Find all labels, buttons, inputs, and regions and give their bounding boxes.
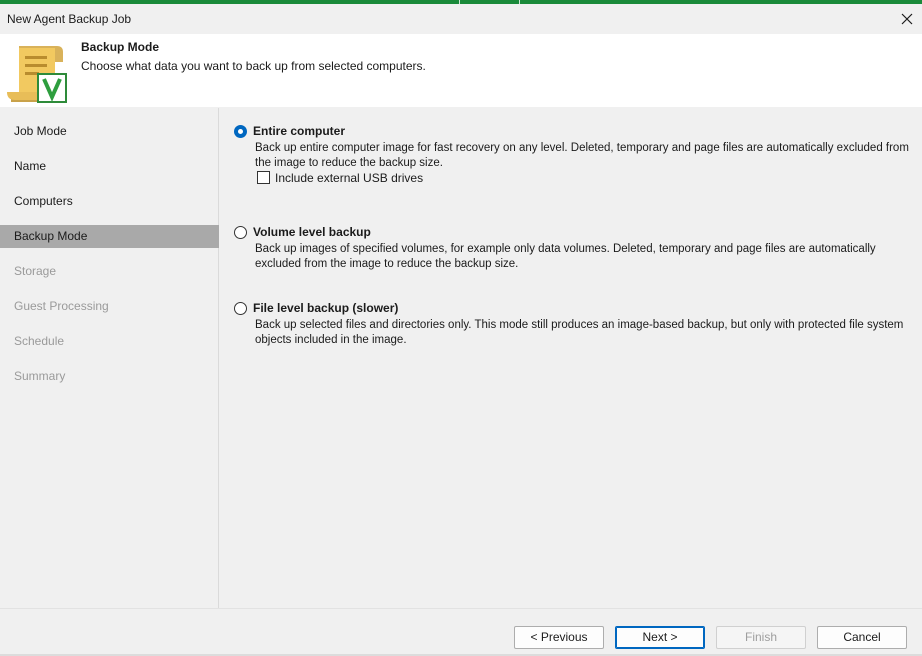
previous-button[interactable]: < Previous [514,626,604,649]
volume-level-radio[interactable] [234,226,247,239]
entire-computer-description: Back up entire computer image for fast r… [255,142,909,169]
sidebar-item-storage: Storage [14,264,57,278]
cancel-button[interactable]: Cancel [817,626,907,649]
wizard-steps-sidebar: Job Mode Name Computers Backup Mode Stor… [0,108,219,608]
sidebar-item-name[interactable]: Name [0,155,219,178]
wizard-header: Backup Mode Choose what data you want to… [0,34,922,107]
file-level-description: Back up selected files and directories o… [255,319,904,346]
close-icon[interactable] [892,4,922,34]
sidebar-item-job-mode[interactable]: Job Mode [0,120,219,143]
title-bar: New Agent Backup Job [0,4,922,34]
window-title: New Agent Backup Job [7,12,132,26]
sidebar-item-guest-processing: Guest Processing [14,299,109,313]
include-usb-checkbox[interactable] [257,171,270,184]
sidebar-item-backup-mode[interactable]: Backup Mode [0,225,219,248]
page-title: Backup Mode [81,40,160,54]
finish-button: Finish [716,626,806,649]
page-subtitle: Choose what data you want to back up fro… [81,59,426,73]
volume-level-description: Back up images of specified volumes, for… [255,243,876,270]
sidebar-item-schedule: Schedule [14,334,65,348]
backup-mode-panel: Entire computer Back up entire computer … [220,108,922,608]
file-level-radio[interactable] [234,302,247,315]
include-usb-label[interactable]: Include external USB drives [275,171,423,185]
next-button[interactable]: Next > [615,626,705,649]
backup-job-scroll-icon [5,42,67,104]
entire-computer-label[interactable]: Entire computer [253,124,345,138]
sidebar-item-summary: Summary [14,369,66,383]
file-level-label[interactable]: File level backup (slower) [253,301,398,315]
volume-level-label[interactable]: Volume level backup [253,225,371,239]
sidebar-item-computers[interactable]: Computers [0,190,219,213]
entire-computer-radio[interactable] [234,125,247,138]
wizard-footer: < Previous Next > Finish Cancel [0,608,922,656]
